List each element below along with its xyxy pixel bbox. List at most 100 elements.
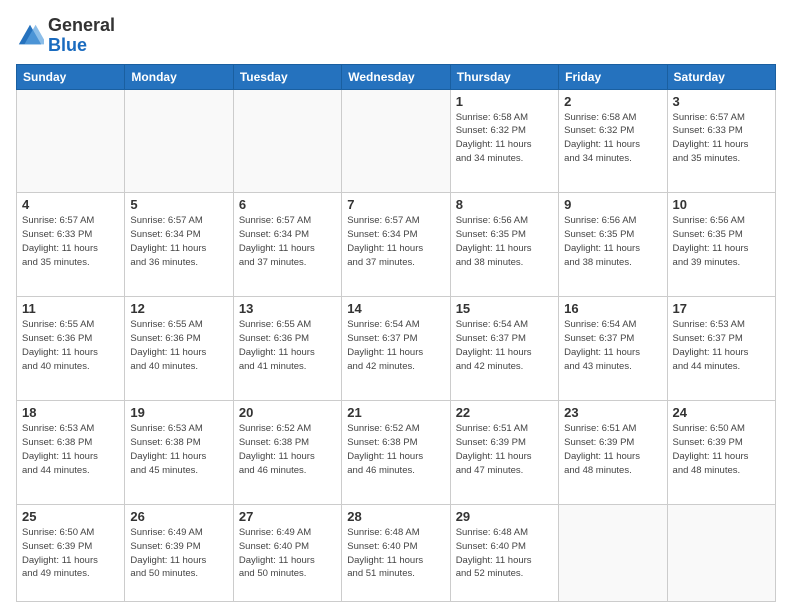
calendar-cell: 4Sunrise: 6:57 AMSunset: 6:33 PMDaylight…: [17, 193, 125, 297]
weekday-header-thursday: Thursday: [450, 64, 558, 89]
calendar-cell: 23 Sunrise: 6:51 AMSunset: 6:39 PMDayligh…: [559, 401, 667, 505]
week-row-1: 1 Sunrise: 6:58 AMSunset: 6:32 PMDaylight…: [17, 89, 776, 193]
calendar-cell: [342, 89, 450, 193]
week-row-5: 25 Sunrise: 6:50 AMSunset: 6:39 PMDayligh…: [17, 505, 776, 602]
day-info: Sunrise: 6:52 AMSunset: 6:38 PMDaylight:…: [239, 422, 336, 477]
day-number: 6: [239, 197, 336, 212]
day-number: 17: [673, 301, 770, 316]
day-info: Sunrise: 6:50 AMSunset: 6:39 PMDaylight:…: [22, 526, 119, 581]
calendar-cell: 26 Sunrise: 6:49 AMSunset: 6:39 PMDayligh…: [125, 505, 233, 602]
calendar-cell: 10 Sunrise: 6:56 AMSunset: 6:35 PMDayligh…: [667, 193, 775, 297]
day-number: 10: [673, 197, 770, 212]
day-number: 19: [130, 405, 227, 420]
calendar-page: General Blue SundayMondayTuesdayWednesda…: [0, 0, 792, 612]
calendar-cell: 22 Sunrise: 6:51 AMSunset: 6:39 PMDayligh…: [450, 401, 558, 505]
day-info: Sunrise: 6:53 AMSunset: 6:38 PMDaylight:…: [130, 422, 227, 477]
calendar-cell: [667, 505, 775, 602]
calendar-cell: 20 Sunrise: 6:52 AMSunset: 6:38 PMDayligh…: [233, 401, 341, 505]
day-info: Sunrise: 6:57 AMSunset: 6:33 PMDaylight:…: [673, 111, 770, 166]
calendar-cell: 11 Sunrise: 6:55 AMSunset: 6:36 PMDayligh…: [17, 297, 125, 401]
day-info: Sunrise: 6:54 AMSunset: 6:37 PMDaylight:…: [564, 318, 661, 373]
day-number: 1: [456, 94, 553, 109]
day-number: 13: [239, 301, 336, 316]
day-info: Sunrise: 6:57 AMSunset: 6:34 PMDaylight:…: [347, 214, 444, 269]
day-info: Sunrise: 6:49 AMSunset: 6:40 PMDaylight:…: [239, 526, 336, 581]
calendar-cell: 14 Sunrise: 6:54 AMSunset: 6:37 PMDayligh…: [342, 297, 450, 401]
day-number: 20: [239, 405, 336, 420]
day-number: 12: [130, 301, 227, 316]
day-info: Sunrise: 6:56 AMSunset: 6:35 PMDaylight:…: [673, 214, 770, 269]
weekday-header-saturday: Saturday: [667, 64, 775, 89]
day-info: Sunrise: 6:51 AMSunset: 6:39 PMDaylight:…: [456, 422, 553, 477]
day-number: 23: [564, 405, 661, 420]
day-number: 2: [564, 94, 661, 109]
day-number: 16: [564, 301, 661, 316]
calendar-cell: [125, 89, 233, 193]
calendar-cell: 29Sunrise: 6:48 AMSunset: 6:40 PMDayligh…: [450, 505, 558, 602]
weekday-header-friday: Friday: [559, 64, 667, 89]
day-number: 8: [456, 197, 553, 212]
calendar-cell: 7 Sunrise: 6:57 AMSunset: 6:34 PMDaylight…: [342, 193, 450, 297]
day-info: Sunrise: 6:54 AMSunset: 6:37 PMDaylight:…: [456, 318, 553, 373]
day-info: Sunrise: 6:48 AMSunset: 6:40 PMDaylight:…: [347, 526, 444, 581]
day-number: 27: [239, 509, 336, 524]
calendar-cell: 21Sunrise: 6:52 AMSunset: 6:38 PMDayligh…: [342, 401, 450, 505]
calendar-cell: 27 Sunrise: 6:49 AMSunset: 6:40 PMDayligh…: [233, 505, 341, 602]
week-row-4: 18 Sunrise: 6:53 AMSunset: 6:38 PMDayligh…: [17, 401, 776, 505]
day-number: 18: [22, 405, 119, 420]
day-info: Sunrise: 6:56 AMSunset: 6:35 PMDaylight:…: [456, 214, 553, 269]
day-info: Sunrise: 6:57 AMSunset: 6:34 PMDaylight:…: [130, 214, 227, 269]
day-info: Sunrise: 6:51 AMSunset: 6:39 PMDaylight:…: [564, 422, 661, 477]
week-row-3: 11 Sunrise: 6:55 AMSunset: 6:36 PMDayligh…: [17, 297, 776, 401]
day-info: Sunrise: 6:55 AMSunset: 6:36 PMDaylight:…: [130, 318, 227, 373]
day-info: Sunrise: 6:56 AMSunset: 6:35 PMDaylight:…: [564, 214, 661, 269]
calendar-table: SundayMondayTuesdayWednesdayThursdayFrid…: [16, 64, 776, 602]
day-info: Sunrise: 6:49 AMSunset: 6:39 PMDaylight:…: [130, 526, 227, 581]
day-info: Sunrise: 6:54 AMSunset: 6:37 PMDaylight:…: [347, 318, 444, 373]
calendar-cell: 2 Sunrise: 6:58 AMSunset: 6:32 PMDaylight…: [559, 89, 667, 193]
day-info: Sunrise: 6:57 AMSunset: 6:34 PMDaylight:…: [239, 214, 336, 269]
calendar-cell: 24 Sunrise: 6:50 AMSunset: 6:39 PMDayligh…: [667, 401, 775, 505]
weekday-header-wednesday: Wednesday: [342, 64, 450, 89]
day-number: 5: [130, 197, 227, 212]
day-info: Sunrise: 6:48 AMSunset: 6:40 PMDaylight:…: [456, 526, 553, 581]
calendar-cell: 9 Sunrise: 6:56 AMSunset: 6:35 PMDaylight…: [559, 193, 667, 297]
day-info: Sunrise: 6:53 AMSunset: 6:38 PMDaylight:…: [22, 422, 119, 477]
week-row-2: 4Sunrise: 6:57 AMSunset: 6:33 PMDaylight…: [17, 193, 776, 297]
day-number: 15: [456, 301, 553, 316]
calendar-cell: 17 Sunrise: 6:53 AMSunset: 6:37 PMDayligh…: [667, 297, 775, 401]
weekday-header-sunday: Sunday: [17, 64, 125, 89]
day-number: 11: [22, 301, 119, 316]
day-info: Sunrise: 6:52 AMSunset: 6:38 PMDaylight:…: [347, 422, 444, 477]
logo-text: General Blue: [48, 16, 115, 56]
day-number: 4: [22, 197, 119, 212]
day-number: 7: [347, 197, 444, 212]
day-info: Sunrise: 6:53 AMSunset: 6:37 PMDaylight:…: [673, 318, 770, 373]
calendar-cell: 16 Sunrise: 6:54 AMSunset: 6:37 PMDayligh…: [559, 297, 667, 401]
day-info: Sunrise: 6:58 AMSunset: 6:32 PMDaylight:…: [564, 111, 661, 166]
calendar-cell: [559, 505, 667, 602]
calendar-cell: [233, 89, 341, 193]
calendar-cell: 8 Sunrise: 6:56 AMSunset: 6:35 PMDaylight…: [450, 193, 558, 297]
calendar-cell: [17, 89, 125, 193]
calendar-cell: 28 Sunrise: 6:48 AMSunset: 6:40 PMDayligh…: [342, 505, 450, 602]
day-number: 26: [130, 509, 227, 524]
day-number: 28: [347, 509, 444, 524]
header: General Blue: [16, 16, 776, 56]
calendar-cell: 13Sunrise: 6:55 AMSunset: 6:36 PMDayligh…: [233, 297, 341, 401]
calendar-cell: 12 Sunrise: 6:55 AMSunset: 6:36 PMDayligh…: [125, 297, 233, 401]
calendar-cell: 3 Sunrise: 6:57 AMSunset: 6:33 PMDaylight…: [667, 89, 775, 193]
day-info: Sunrise: 6:55 AMSunset: 6:36 PMDaylight:…: [22, 318, 119, 373]
day-info: Sunrise: 6:50 AMSunset: 6:39 PMDaylight:…: [673, 422, 770, 477]
day-number: 22: [456, 405, 553, 420]
calendar-cell: 6 Sunrise: 6:57 AMSunset: 6:34 PMDaylight…: [233, 193, 341, 297]
day-number: 9: [564, 197, 661, 212]
calendar-cell: 19 Sunrise: 6:53 AMSunset: 6:38 PMDayligh…: [125, 401, 233, 505]
calendar-cell: 25 Sunrise: 6:50 AMSunset: 6:39 PMDayligh…: [17, 505, 125, 602]
day-number: 14: [347, 301, 444, 316]
day-number: 3: [673, 94, 770, 109]
calendar-cell: 1Sunrise: 6:58 AMSunset: 6:32 PMDaylight…: [450, 89, 558, 193]
weekday-header-row: SundayMondayTuesdayWednesdayThursdayFrid…: [17, 64, 776, 89]
day-number: 24: [673, 405, 770, 420]
day-number: 25: [22, 509, 119, 524]
